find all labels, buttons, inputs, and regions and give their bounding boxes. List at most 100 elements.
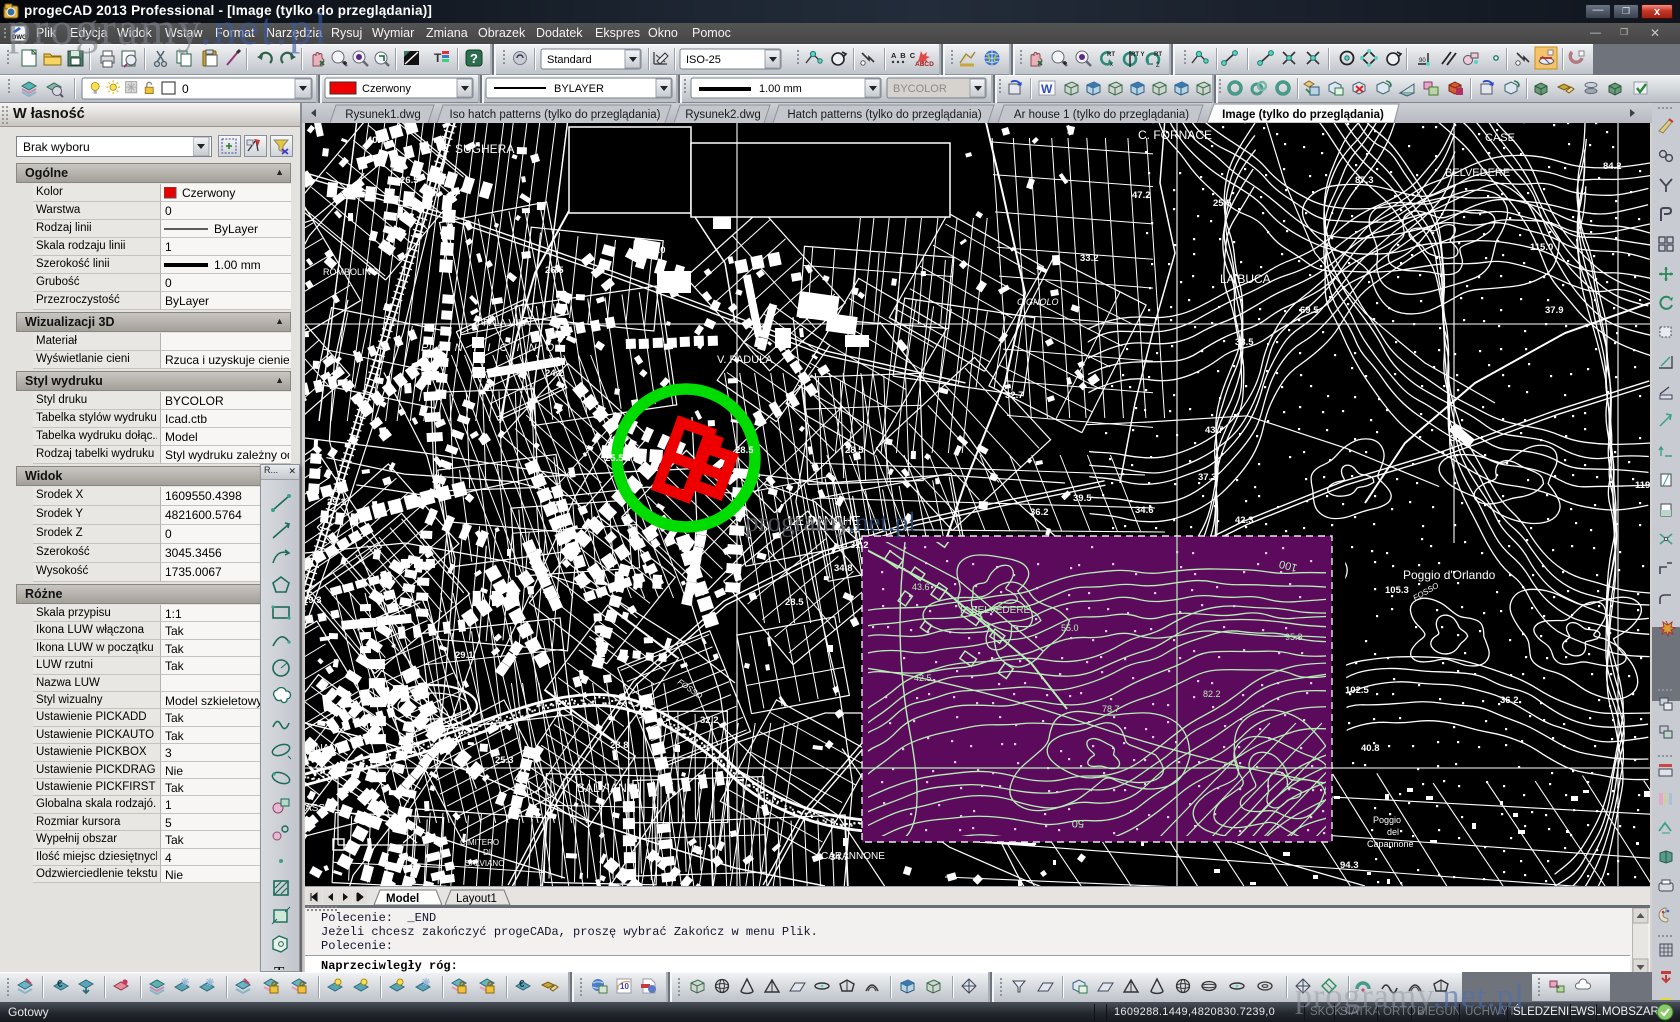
svg-text:43.6: 43.6 [912, 582, 930, 592]
svg-text:78.7: 78.7 [1102, 704, 1120, 714]
svg-text:€: € [57, 979, 63, 990]
svg-text:Hatch patterns (tylko do przeg: Hatch patterns (tylko do przeglądania) [787, 109, 981, 121]
svg-text:82.2: 82.2 [1203, 689, 1221, 699]
svg-text:C. FORNACE: C. FORNACE [1138, 128, 1212, 142]
svg-text:40.8: 40.8 [1361, 743, 1380, 754]
svg-text:x: x [1110, 62, 1113, 68]
svg-text:Model: Model [386, 893, 419, 905]
svg-text:RT Y: RT Y [1131, 52, 1145, 58]
svg-text:Iso hatch patterns (tylko do p: Iso hatch patterns (tylko do przeglądani… [450, 109, 661, 121]
svg-text:28.5: 28.5 [845, 445, 864, 456]
svg-text:31.2: 31.2 [850, 540, 869, 551]
svg-text:25.5: 25.5 [1213, 198, 1232, 209]
svg-text:Poggio d'Orlando: Poggio d'Orlando [1403, 568, 1496, 582]
svg-text:38.5: 38.5 [1235, 337, 1254, 348]
svg-text:50: 50 [1072, 817, 1084, 829]
svg-text:Capannone: Capannone [1367, 839, 1414, 849]
svg-text:DI: DI [483, 848, 491, 857]
svg-text:ISO-25: ISO-25 [686, 54, 721, 66]
svg-text:IGNANO: IGNANO [305, 743, 345, 754]
svg-text:Image (tylko do przeglądania): Image (tylko do przeglądania) [1222, 109, 1384, 121]
svg-text:10: 10 [620, 982, 629, 991]
svg-text:FOSSO: FOSSO [1412, 581, 1441, 603]
svg-text:29.1: 29.1 [327, 497, 346, 508]
svg-text:Standard: Standard [547, 54, 592, 66]
svg-text:39.5: 39.5 [1073, 493, 1092, 504]
svg-text:T: T [274, 963, 285, 970]
svg-text:26.5: 26.5 [400, 175, 419, 186]
svg-text:33.2: 33.2 [1080, 253, 1099, 264]
svg-text:28.8: 28.8 [610, 740, 629, 751]
svg-text:28.5: 28.5 [735, 445, 754, 456]
svg-text:25.3: 25.3 [495, 755, 514, 766]
svg-text:32.2: 32.2 [700, 715, 719, 726]
svg-text:T: T [434, 51, 442, 65]
svg-text:37.9: 37.9 [1545, 305, 1564, 316]
svg-text:CASE: CASE [1485, 132, 1515, 144]
svg-text:40.4: 40.4 [367, 135, 386, 146]
svg-text:A B C: A B C [891, 51, 916, 60]
svg-text:84.2: 84.2 [1603, 161, 1622, 172]
svg-text:BELVEDERE: BELVEDERE [1445, 167, 1510, 179]
svg-text:LA BUCA: LA BUCA [1220, 272, 1271, 286]
svg-text:0: 0 [182, 82, 189, 96]
svg-text:29.1: 29.1 [455, 650, 474, 661]
svg-text:1.00 mm: 1.00 mm [214, 258, 261, 272]
svg-text:30.7: 30.7 [1450, 433, 1469, 444]
svg-text:SALVIANO: SALVIANO [577, 781, 636, 795]
svg-text:del: del [1387, 827, 1399, 837]
svg-text:34.8: 34.8 [834, 563, 853, 574]
svg-text:SALVIANO: SALVIANO [465, 859, 504, 868]
svg-text:29.3: 29.3 [305, 595, 322, 606]
svg-text:36.2: 36.2 [1030, 507, 1049, 518]
svg-text:P. BELVEDERE: P. BELVEDERE [960, 605, 1031, 616]
svg-text:1.00 mm: 1.00 mm [759, 83, 802, 95]
svg-text:37.3: 37.3 [1198, 472, 1217, 483]
svg-text:€: € [519, 979, 525, 990]
svg-text:Czerwony: Czerwony [182, 187, 235, 200]
svg-text:BYCOLOR: BYCOLOR [893, 83, 947, 95]
svg-text:RT: RT [1107, 52, 1115, 58]
svg-text:Ar house 1 (tylko do przegląda: Ar house 1 (tylko do przeglądania) [1014, 109, 1189, 121]
svg-text:ABCD: ABCD [915, 61, 934, 68]
svg-text:ASSE: ASSE [305, 803, 332, 814]
svg-text:P O N T I C I N O: P O N T I C I N O [421, 342, 557, 354]
svg-text:24.0: 24.0 [647, 245, 666, 256]
svg-text:CIMITERO: CIMITERO [460, 838, 499, 847]
svg-text:24.2: 24.2 [545, 368, 564, 379]
svg-text:115.0: 115.0 [1530, 242, 1553, 253]
svg-text:34.7: 34.7 [830, 852, 849, 863]
svg-text:90: 90 [1419, 58, 1426, 64]
svg-text:26.5: 26.5 [545, 265, 564, 276]
svg-text:102.5: 102.5 [1345, 685, 1369, 696]
svg-text:27.3: 27.3 [548, 500, 567, 511]
svg-text:Rysunek1.dwg: Rysunek1.dwg [345, 109, 420, 121]
svg-text:43.7: 43.7 [1205, 425, 1224, 436]
svg-text:36.2: 36.2 [1500, 695, 1519, 706]
svg-text:Z: Z [1156, 63, 1160, 69]
svg-text:94.3: 94.3 [1340, 860, 1359, 871]
svg-text:ByLayer: ByLayer [214, 222, 258, 236]
svg-text:119.1: 119.1 [1635, 480, 1650, 491]
svg-text:BYLAYER: BYLAYER [554, 83, 604, 95]
svg-text:87.3: 87.3 [1355, 175, 1374, 186]
svg-text:RT: RT [1154, 52, 1162, 58]
svg-text:55.0: 55.0 [1061, 623, 1079, 633]
svg-text:47.2: 47.2 [1132, 190, 1151, 201]
svg-text:42.3: 42.3 [1235, 515, 1254, 526]
svg-text:69.5: 69.5 [1300, 305, 1319, 316]
svg-text:32.7: 32.7 [1005, 390, 1024, 401]
svg-text:Czerwony: Czerwony [362, 83, 411, 95]
svg-text:CIGNOLO: CIGNOLO [1017, 297, 1059, 307]
svg-text:34.6: 34.6 [1135, 505, 1154, 516]
svg-text:SUGHERA: SUGHERA [455, 142, 514, 156]
svg-text:Rysunek2.dwg: Rysunek2.dwg [685, 109, 760, 121]
svg-text:42.5: 42.5 [914, 673, 932, 683]
svg-text:28.5: 28.5 [785, 597, 804, 608]
svg-text:V. PADULA: V. PADULA [717, 354, 773, 366]
svg-text:Poggio: Poggio [1373, 815, 1401, 825]
svg-text:W: W [1041, 82, 1053, 96]
svg-text:ROMBOLINO: ROMBOLINO [323, 267, 378, 277]
svg-text:P. LA VILA: P. LA VILA [483, 318, 530, 329]
svg-text:105.3: 105.3 [1385, 585, 1409, 596]
